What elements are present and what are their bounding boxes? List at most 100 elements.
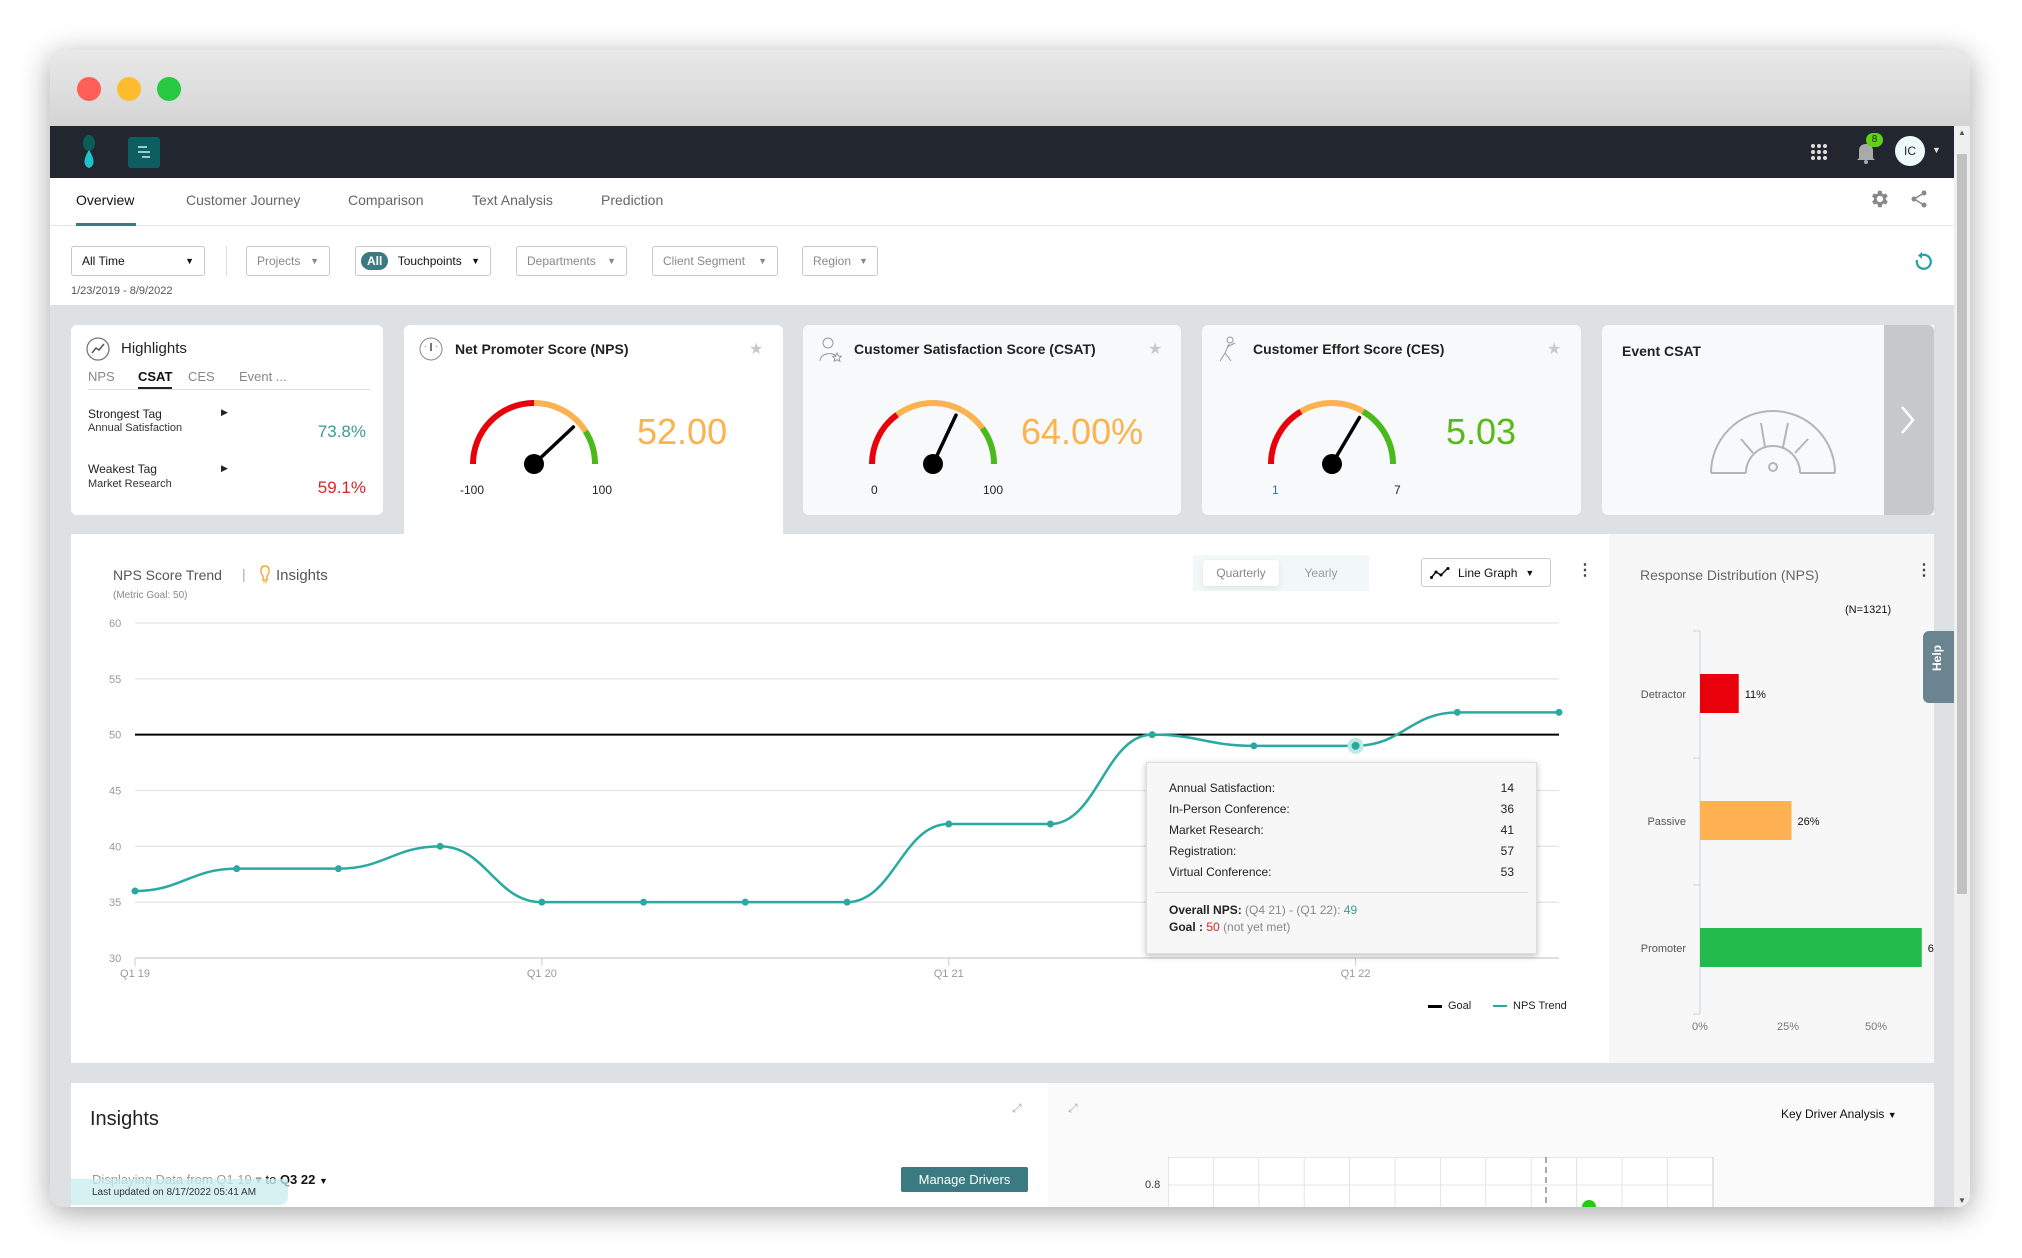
tab-prediction[interactable]: Prediction — [601, 192, 663, 208]
next-cards-button[interactable] — [1884, 325, 1934, 515]
user-avatar[interactable]: IC — [1895, 136, 1925, 166]
gauge-min-label: 1 — [1272, 483, 1279, 497]
chevron-down-icon: ▼ — [310, 256, 319, 266]
bar — [1700, 801, 1792, 840]
overall-nps-value: 49 — [1343, 903, 1358, 917]
insights-title: Insights — [90, 1108, 159, 1130]
vertical-scrollbar[interactable]: ▲ ▼ — [1954, 126, 1970, 1207]
gauge-max-label: 7 — [1394, 483, 1401, 497]
region-dropdown[interactable]: Region ▼ — [802, 246, 878, 276]
close-window-button[interactable] — [77, 77, 101, 101]
y-tick-label: 35 — [109, 897, 121, 909]
bar-x-tick-label: 0% — [1692, 1021, 1708, 1033]
tooltip-row-value: 36 — [1500, 802, 1514, 816]
tabs-divider — [88, 389, 370, 390]
trend-icon — [86, 337, 110, 361]
star-icon[interactable]: ★ — [1547, 339, 1561, 359]
nps-score-card[interactable]: Net Promoter Score (NPS) ★ 52.00 -100 10… — [404, 325, 783, 535]
y-tick-label: 0.8 — [1145, 1179, 1161, 1191]
chevron-down-icon: ▼ — [318, 1176, 328, 1186]
gauge-hub — [1322, 454, 1342, 474]
title-bar — [50, 50, 1970, 126]
expand-icon[interactable]: ⤢ — [1068, 1101, 1078, 1116]
tab-overview[interactable]: Overview — [76, 192, 134, 208]
help-tab[interactable]: Help — [1923, 631, 1954, 703]
star-icon[interactable]: ★ — [1148, 339, 1162, 359]
maximize-window-button[interactable] — [157, 77, 181, 101]
strongest-tag-label: Strongest Tag — [88, 407, 162, 421]
chevron-down-icon: ▼ — [471, 256, 480, 266]
scroll-down-icon[interactable]: ▼ — [1958, 1196, 1966, 1205]
nps-value: 52.00 — [637, 411, 728, 452]
chart-tooltip: Annual Satisfaction: 14 In-Person Conferen… — [1146, 762, 1537, 954]
legend-nps-trend[interactable]: NPS Trend — [1493, 1000, 1567, 1012]
nps-trend-point — [538, 898, 546, 906]
key-driver-panel: ⤢ Key Driver Analysis ▼ 0.8 — [1048, 1083, 1934, 1207]
manage-drivers-button[interactable]: Manage Drivers — [901, 1167, 1028, 1192]
star-icon[interactable]: ★ — [749, 339, 763, 359]
nps-trend-point — [1453, 708, 1461, 716]
minimize-window-button[interactable] — [117, 77, 141, 101]
caret-right-icon[interactable]: ▶ — [221, 407, 228, 418]
touchpoints-dropdown[interactable]: All Touchpoints ▼ — [355, 246, 491, 276]
legend-goal[interactable]: Goal — [1428, 1000, 1471, 1012]
highlights-title: Highlights — [121, 340, 187, 357]
weakest-tag-name: Market Research — [88, 478, 172, 490]
bar — [1700, 928, 1922, 967]
tooltip-row: Market Research: 41 — [1169, 823, 1514, 844]
expand-icon[interactable]: ⤢ — [1012, 1101, 1022, 1116]
browser-window: 8 IC ▼ Overview Customer Journey Compari… — [50, 50, 1970, 1207]
app-menu-button[interactable] — [128, 137, 160, 168]
nps-trend-point — [945, 820, 953, 828]
scroll-up-icon[interactable]: ▲ — [1958, 128, 1966, 137]
highlights-tab-nps[interactable]: NPS — [88, 369, 115, 384]
tooltip-row-label: Annual Satisfaction: — [1169, 781, 1276, 795]
departments-dropdown[interactable]: Departments ▼ — [516, 246, 627, 276]
highlights-tab-csat[interactable]: CSAT — [138, 369, 173, 389]
x-tick-label: Q1 20 — [527, 968, 557, 980]
x-tick-label: Q1 22 — [1341, 968, 1371, 980]
y-tick-label: 50 — [109, 730, 121, 742]
empty-gauge-icon — [1710, 410, 1836, 474]
client-segment-dropdown[interactable]: Client Segment ▼ — [652, 246, 778, 276]
gauge-segment — [1299, 400, 1365, 415]
bar-category-label: Passive — [1647, 816, 1686, 828]
projects-label: Projects — [257, 254, 301, 268]
key-driver-dropdown[interactable]: Key Driver Analysis ▼ — [1781, 1107, 1897, 1121]
trend-panel: NPS Score Trend | Insights (Metric Goal:… — [71, 534, 1934, 1063]
tab-comparison[interactable]: Comparison — [348, 192, 423, 208]
csat-score-card[interactable]: Customer Satisfaction Score (CSAT) ★ 64.… — [803, 325, 1181, 515]
scrollbar-thumb[interactable] — [1957, 154, 1967, 894]
overall-nps-range: (Q4 21) - (Q1 22): — [1245, 903, 1341, 917]
nps-trend-point — [233, 865, 241, 873]
tab-customer-journey[interactable]: Customer Journey — [186, 192, 300, 208]
chevron-down-icon: ▼ — [607, 256, 616, 266]
refresh-icon[interactable] — [1912, 252, 1932, 272]
avatar-caret-icon[interactable]: ▼ — [1932, 145, 1941, 155]
nps-trend-point — [1250, 742, 1258, 750]
overall-nps-label: Overall NPS: — [1169, 903, 1242, 917]
highlights-tab-event[interactable]: Event ... — [239, 369, 287, 384]
nps-trend-point — [741, 898, 749, 906]
weakest-tag-label: Weakest Tag — [88, 462, 157, 476]
projects-dropdown[interactable]: Projects ▼ — [246, 246, 330, 276]
chevron-right-icon — [1901, 406, 1915, 434]
goal-value: 50 — [1206, 920, 1220, 934]
caret-right-icon[interactable]: ▶ — [221, 463, 228, 474]
tooltip-row: Registration: 57 — [1169, 844, 1514, 865]
ces-value: 5.03 — [1446, 411, 1517, 452]
apps-grid-icon[interactable] — [1810, 143, 1828, 161]
y-tick-label: 45 — [109, 786, 121, 798]
departments-label: Departments — [527, 254, 596, 268]
share-icon[interactable] — [1910, 190, 1928, 208]
tooltip-row: Annual Satisfaction: 14 — [1169, 781, 1514, 802]
tooltip-row-value: 14 — [1500, 781, 1514, 795]
ces-score-card[interactable]: Customer Effort Score (CES) ★ 5.03 1 7 — [1202, 325, 1581, 515]
highlights-tab-ces[interactable]: CES — [188, 369, 215, 384]
touchpoints-label: Touchpoints — [397, 254, 462, 268]
tab-text-analysis[interactable]: Text Analysis — [472, 192, 553, 208]
gear-icon[interactable] — [1868, 188, 1890, 210]
csat-value: 64.00% — [1021, 411, 1144, 452]
legend-goal-label: Goal — [1448, 1000, 1472, 1012]
time-range-dropdown[interactable]: All Time ▼ — [71, 246, 205, 276]
